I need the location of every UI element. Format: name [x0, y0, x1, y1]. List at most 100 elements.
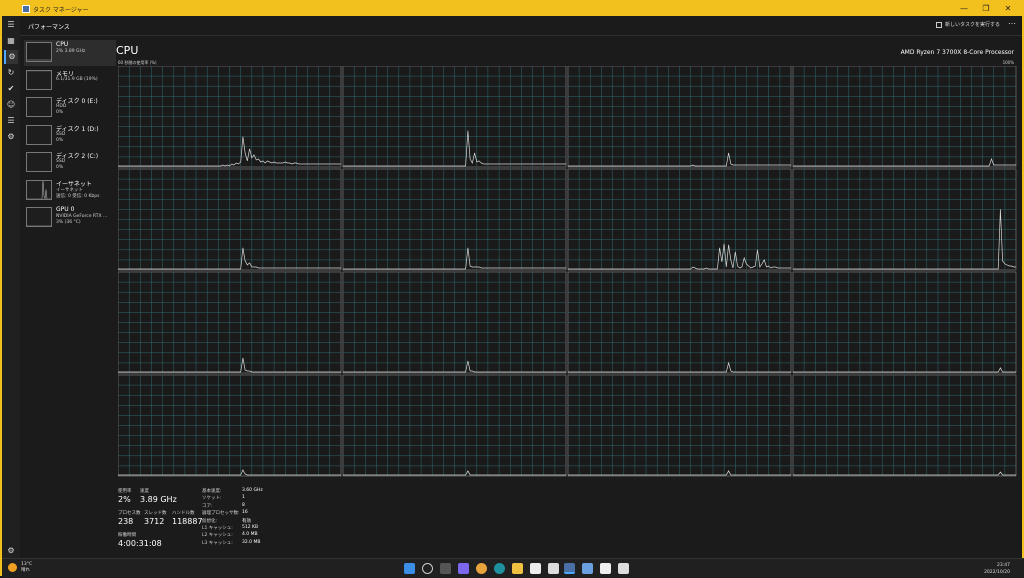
page-header: パフォーマンス 新しいタスクを実行する ⋯ — [20, 16, 1022, 36]
detail-key: 仮想化: — [202, 518, 218, 524]
speed-label: 速度 — [140, 489, 149, 494]
search-icon[interactable] — [422, 563, 433, 574]
run-new-task-button[interactable]: 新しいタスクを実行する — [935, 21, 1000, 28]
sidebar-thumb-graph — [26, 97, 52, 117]
core-graph — [342, 271, 567, 374]
core-graph — [567, 168, 792, 271]
sidebar-item-0[interactable]: CPU 2% 3.89 GHz — [24, 40, 116, 66]
maximize-button[interactable]: ❐ — [974, 2, 998, 16]
cpu-model: AMD Ryzen 7 3700X 8-Core Processor — [900, 49, 1014, 56]
detail-value: 3.60 GHz — [242, 488, 263, 493]
core-graph — [342, 374, 567, 477]
title-bar: タスク マネージャー — ❐ ✕ — [2, 2, 1022, 16]
page-title: パフォーマンス — [28, 24, 70, 31]
process-count-value: 238 — [118, 517, 134, 526]
close-button[interactable]: ✕ — [996, 2, 1020, 16]
cpu-panel: CPU AMD Ryzen 7 3700X 8-Core Processor 6… — [116, 36, 1022, 576]
sidebar-item-detail: 6.1/31.9 GB (19%) — [56, 76, 98, 82]
settings-icon[interactable]: ⚙ — [4, 544, 18, 558]
sidebar-item-status: 0% — [56, 137, 64, 143]
app-history-icon[interactable]: ↻ — [4, 66, 18, 80]
startup-apps-icon[interactable]: ✔ — [4, 82, 18, 96]
graph-max-label: 100% — [1002, 60, 1014, 65]
sidebar-item-2[interactable]: ディスク 0 (E:) HDD 0% — [24, 95, 116, 121]
sidebar-thumb-graph — [26, 42, 52, 62]
sidebar-item-4[interactable]: ディスク 2 (C:) SSD 0% — [24, 150, 116, 176]
detail-value: 1 — [242, 495, 245, 501]
pinned-app-icon[interactable] — [618, 563, 629, 574]
window-title: タスク マネージャー — [33, 7, 89, 14]
detail-key: 論理プロセッサ数: — [202, 511, 240, 517]
snipping-tool-icon[interactable] — [582, 563, 593, 574]
sidebar-item-status: 0% — [56, 165, 64, 170]
sidebar-item-detail: HDD — [56, 104, 67, 109]
detail-value: 32.0 MB — [242, 539, 261, 545]
thread-count-label: スレッド数 — [144, 511, 167, 516]
services-icon[interactable]: ⚙ — [4, 130, 18, 144]
core-graph — [118, 66, 342, 168]
core-graph — [567, 374, 792, 477]
details-icon[interactable]: ☰ — [4, 114, 18, 128]
detail-key: 基本速度: — [202, 489, 222, 494]
detail-key: ソケット: — [202, 496, 222, 502]
detail-value: 16 — [242, 510, 248, 516]
core-graph — [792, 374, 1017, 477]
processes-icon[interactable]: ▦ — [4, 34, 18, 48]
sidebar-thumb-graph — [26, 69, 52, 90]
file-explorer-icon[interactable] — [512, 563, 523, 574]
sidebar-item-detail: SSD — [56, 159, 66, 164]
core-graphs — [118, 66, 1017, 477]
resource-list: CPU 2% 3.89 GHz メモリ 6.1/31.9 GB (19%) ディスク 0… — [20, 36, 116, 556]
detail-value: 8 — [242, 502, 245, 508]
core-graph — [342, 66, 567, 168]
sidebar-thumb-graph — [26, 179, 52, 200]
core-graph — [567, 271, 792, 374]
settings-taskbar-icon[interactable] — [600, 563, 611, 574]
core-graph — [342, 168, 567, 271]
performance-icon[interactable]: ⚙ — [4, 50, 18, 64]
start-icon[interactable] — [404, 563, 415, 574]
core-graph — [567, 66, 792, 168]
chat-icon[interactable] — [458, 563, 469, 574]
run-new-task-label: 新しいタスクを実行する — [944, 22, 1000, 28]
temperature: 13°C — [21, 562, 33, 567]
minimize-button[interactable]: — — [952, 2, 976, 16]
uptime-value: 4:00:31:08 — [118, 539, 162, 548]
detail-key: L1 キャッシュ: — [202, 526, 233, 531]
usage-label: 使用率 — [118, 489, 132, 494]
uptime-label: 稼働時間 — [118, 533, 136, 538]
detail-key: L3 キャッシュ: — [202, 540, 233, 546]
sidebar-thumb-graph — [26, 152, 52, 172]
speed-value: 3.89 GHz — [140, 495, 177, 504]
task-view-icon[interactable] — [440, 563, 451, 574]
sidebar-item-1[interactable]: メモリ 6.1/31.9 GB (19%) — [24, 68, 116, 94]
users-icon[interactable]: ☺ — [4, 98, 18, 112]
hamburger-menu-icon[interactable]: ☰ — [4, 18, 18, 32]
more-options-icon[interactable]: ⋯ — [1008, 19, 1016, 28]
core-graph — [118, 374, 342, 477]
app-icon[interactable] — [548, 563, 559, 574]
chrome-icon[interactable] — [476, 563, 487, 574]
edge-icon[interactable] — [494, 563, 505, 574]
clock[interactable]: 23:47 2022/10/20 — [984, 562, 1010, 576]
core-graph — [792, 168, 1017, 271]
core-graph — [792, 271, 1017, 374]
run-task-icon — [935, 21, 942, 28]
detail-value: 4.0 MB — [242, 532, 258, 538]
core-graph — [118, 271, 342, 374]
sidebar-item-3[interactable]: ディスク 1 (D:) SSD 0% — [24, 123, 116, 149]
store-icon[interactable] — [530, 563, 541, 574]
task-manager-taskbar-icon[interactable] — [564, 563, 575, 574]
weather-text: 晴れ — [21, 568, 30, 573]
usage-value: 2% — [118, 495, 131, 504]
sidebar-item-5[interactable]: イーサネット イーサネット 送信: 0 受信: 0 Kbps — [24, 178, 116, 204]
panel-title: CPU — [116, 44, 139, 57]
sidebar-item-6[interactable]: GPU 0 NVIDIA GeForce RTX ... 3% (36 °C) — [24, 205, 116, 231]
sidebar-item-detail: SSD — [56, 131, 66, 137]
date: 2022/10/20 — [984, 570, 1010, 575]
sidebar-item-status: 3% (36 °C) — [56, 220, 81, 225]
moon-icon — [8, 563, 17, 572]
process-count-label: プロセス数 — [118, 511, 141, 516]
sidebar-item-detail: NVIDIA GeForce RTX ... — [56, 214, 108, 219]
detail-key: L2 キャッシュ: — [202, 533, 233, 539]
